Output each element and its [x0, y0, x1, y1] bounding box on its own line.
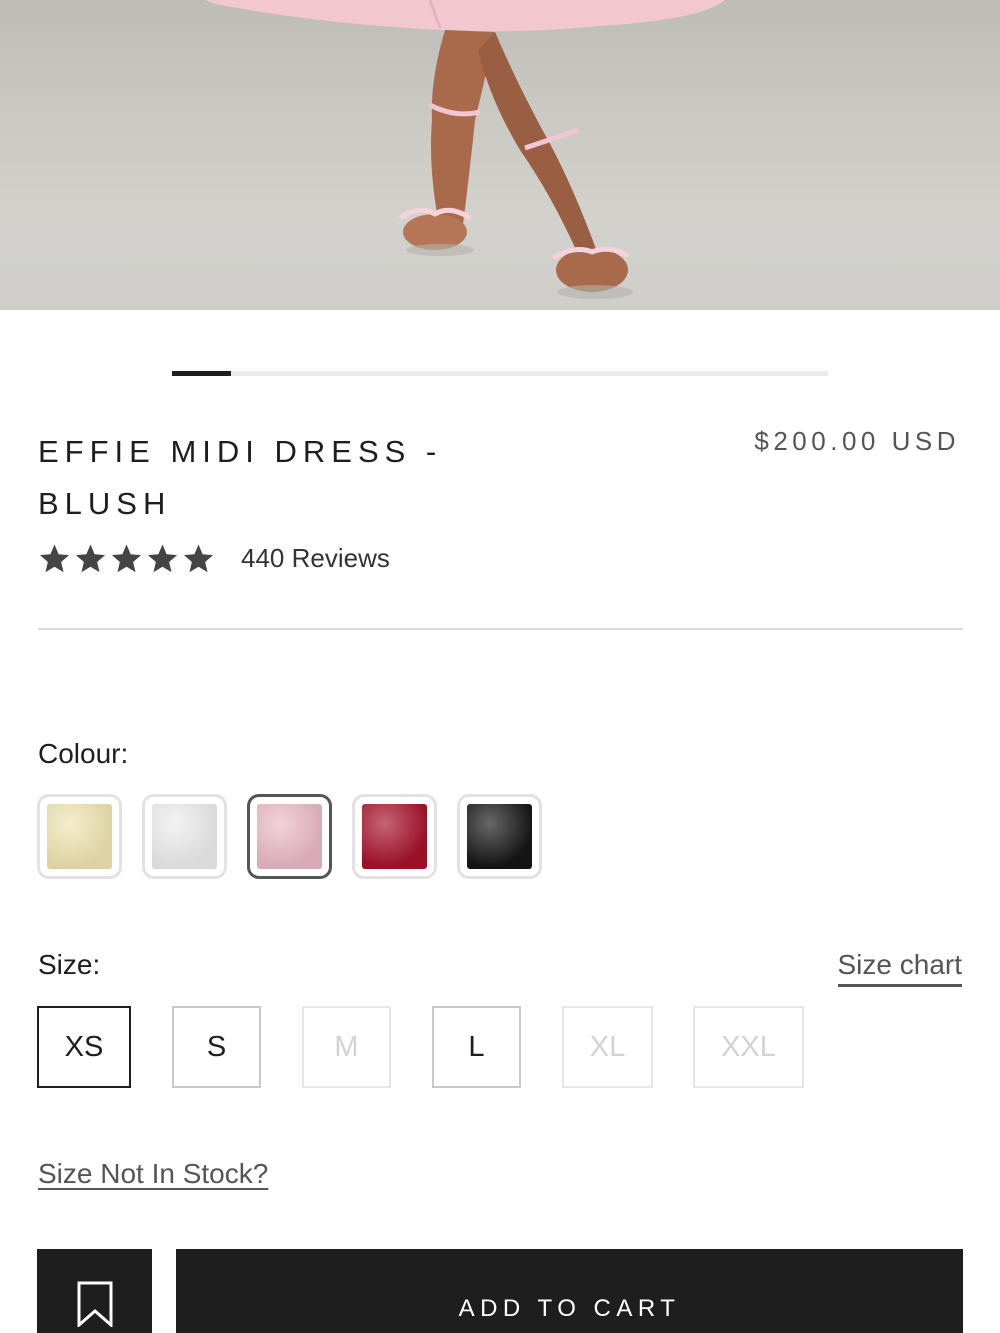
size-option-l[interactable]: L [432, 1006, 521, 1088]
colour-swatch-white[interactable] [142, 794, 227, 879]
product-price: $200.00 USD [754, 426, 960, 456]
carousel-progress[interactable] [172, 371, 828, 376]
star-icon [183, 543, 214, 572]
star-icon [111, 543, 142, 572]
swatch-fabric [467, 804, 532, 869]
product-rating[interactable]: 440 Reviews [38, 538, 390, 578]
wishlist-button[interactable] [37, 1249, 152, 1333]
star-icon [39, 543, 70, 572]
star-icon [75, 543, 106, 572]
star-icon [147, 543, 178, 572]
size-label: Size: [38, 949, 101, 980]
colour-swatch-blush[interactable] [247, 794, 332, 879]
product-photo-illustration [205, 0, 725, 299]
add-to-cart-button[interactable]: ADD TO CART [176, 1249, 963, 1333]
carousel-progress-fill [172, 371, 232, 376]
size-options: XS S M L XL XXL [37, 1006, 804, 1088]
swatch-fabric [47, 804, 112, 869]
colour-swatch-black[interactable] [457, 794, 542, 879]
swatch-fabric [362, 804, 427, 869]
product-title: EFFIE MIDI DRESS - BLUSH [38, 434, 443, 521]
swatch-fabric [257, 804, 322, 869]
size-option-xxl[interactable]: XXL [693, 1006, 804, 1088]
size-option-m[interactable]: M [302, 1006, 391, 1088]
colour-swatch-butter-yellow[interactable] [37, 794, 122, 879]
product-image[interactable] [0, 0, 1000, 310]
divider [38, 628, 963, 630]
colour-label: Colour: [38, 738, 129, 769]
bookmark-icon [77, 1281, 112, 1327]
size-option-xs[interactable]: XS [37, 1006, 131, 1088]
rating-stars [38, 542, 215, 575]
size-option-s[interactable]: S [172, 1006, 261, 1088]
colour-swatches [37, 794, 542, 879]
reviews-count[interactable]: 440 Reviews [241, 543, 390, 574]
size-option-xl[interactable]: XL [562, 1006, 653, 1088]
size-chart-link[interactable]: Size chart [837, 949, 962, 987]
size-not-in-stock-link[interactable]: Size Not In Stock? [38, 1158, 268, 1190]
colour-swatch-red[interactable] [352, 794, 437, 879]
swatch-fabric [152, 804, 217, 869]
